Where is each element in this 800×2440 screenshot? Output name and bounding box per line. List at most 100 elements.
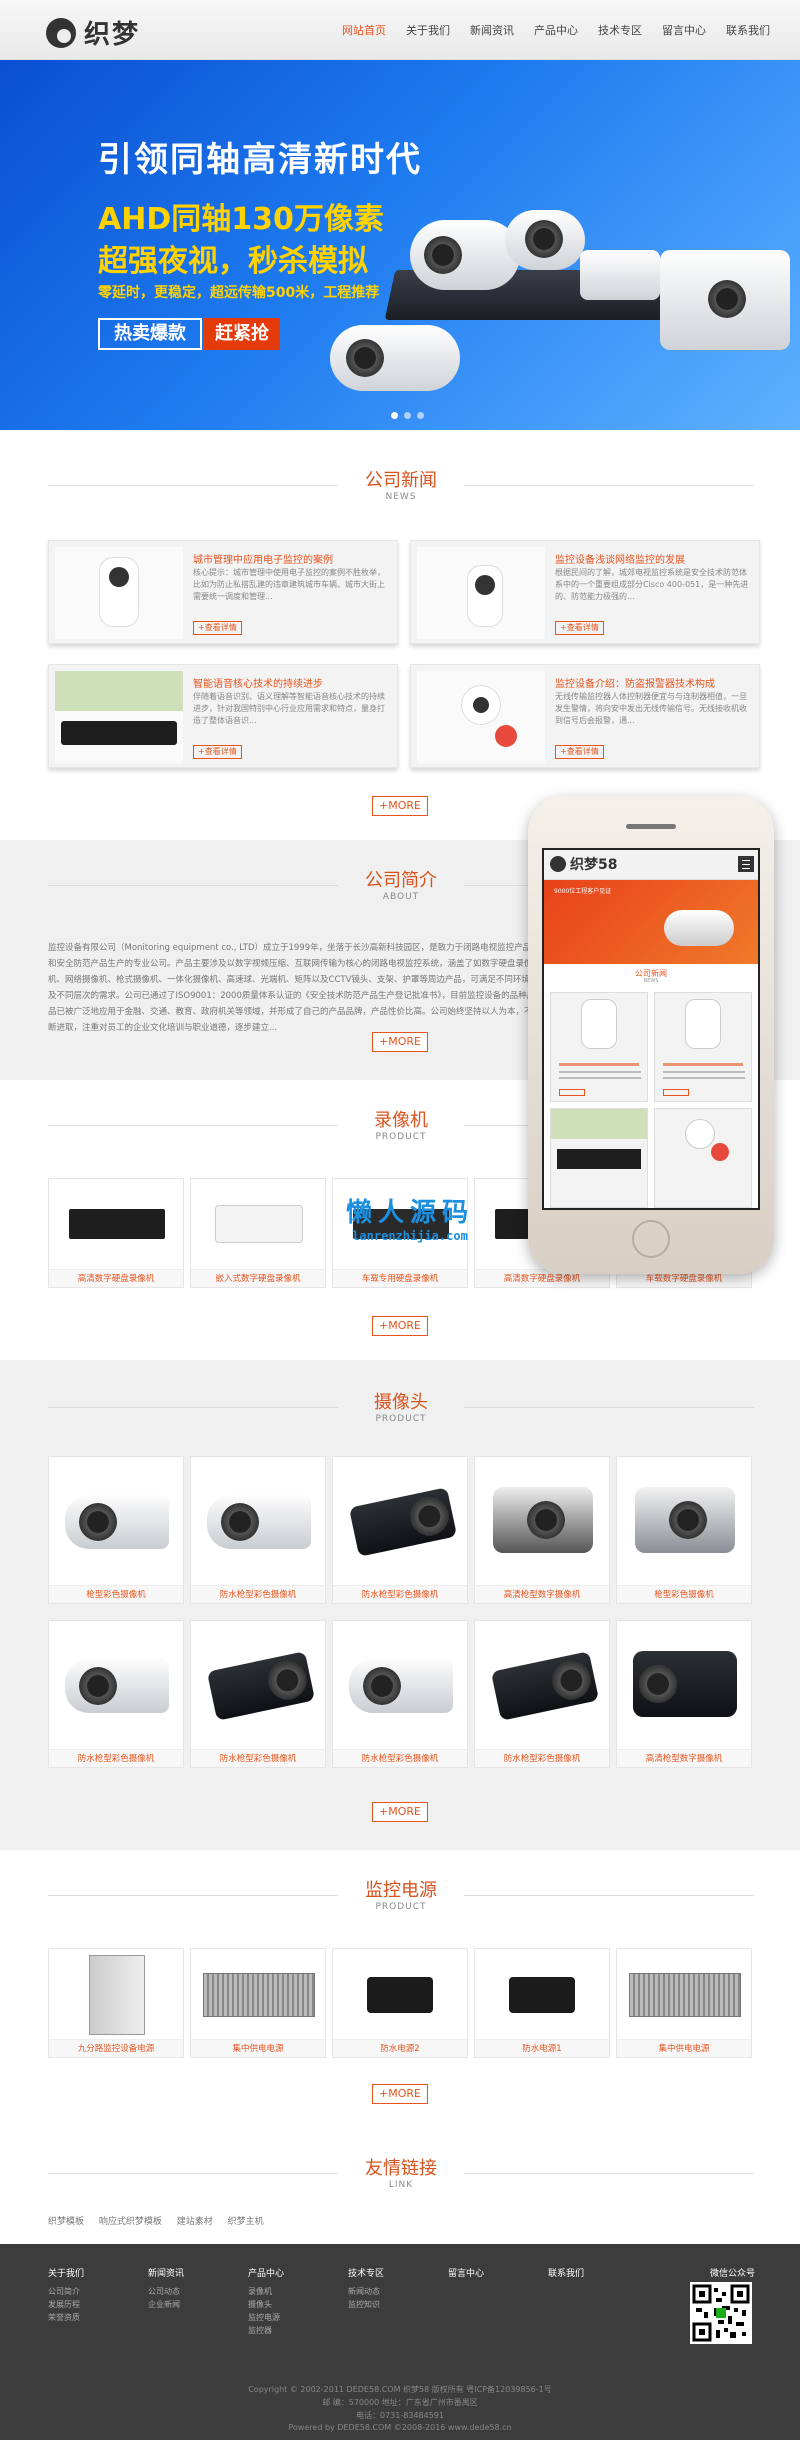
nav-about[interactable]: 关于我们 xyxy=(406,22,450,38)
news-title-link[interactable]: 智能语音核心技术的持续进步 xyxy=(193,675,393,690)
product-name[interactable]: 嵌入式数字硬盘录像机 xyxy=(191,1269,325,1287)
product-name[interactable]: 九分路监控设备电源 xyxy=(49,2039,183,2057)
footer-heading[interactable]: 产品中心 xyxy=(248,2266,284,2279)
product-card[interactable]: 枪型彩色摄像机 xyxy=(616,1456,752,1604)
news-thumbnail xyxy=(417,671,545,763)
product-name[interactable]: 高清枪型数字摄像机 xyxy=(617,1749,751,1767)
nav-tech[interactable]: 技术专区 xyxy=(598,22,642,38)
site-header: 织梦 网站首页 关于我们 新闻资讯 产品中心 技术专区 留言中心 联系我们 xyxy=(0,0,800,60)
slider-dot[interactable] xyxy=(404,412,411,419)
product-name[interactable]: 集中供电电源 xyxy=(617,2039,751,2057)
news-title-link[interactable]: 监控设备浅谈网络监控的发展 xyxy=(555,551,755,566)
footer-heading[interactable]: 联系我们 xyxy=(548,2266,584,2279)
product-card[interactable]: 防水枪型彩色摄像机 xyxy=(332,1620,468,1768)
banner-line-2: AHD同轴130万像素 xyxy=(98,202,384,237)
product-card[interactable]: 防水枪型彩色摄像机 xyxy=(332,1456,468,1604)
product-card[interactable]: 嵌入式数字硬盘录像机 xyxy=(190,1178,326,1288)
product-name[interactable]: 防水枪型彩色摄像机 xyxy=(191,1749,325,1767)
news-card[interactable]: 智能语音核心技术的持续进步 伴随着语音识别、语义理解等智能语音核心技术的持续进步… xyxy=(48,664,398,768)
hot-sale-button[interactable]: 热卖爆款 xyxy=(98,318,202,350)
product-card[interactable]: 枪型彩色摄像机 xyxy=(48,1456,184,1604)
friend-link[interactable]: 建站素材 xyxy=(177,2217,213,2227)
slider-dot[interactable] xyxy=(391,412,398,419)
product-name[interactable]: 防水枪型彩色摄像机 xyxy=(475,1749,609,1767)
product-image xyxy=(49,1179,183,1269)
product-name[interactable]: 枪型彩色摄像机 xyxy=(617,1585,751,1603)
footer-link[interactable]: 新闻动态 xyxy=(348,2285,384,2298)
nav-products[interactable]: 产品中心 xyxy=(534,22,578,38)
phone-news-card[interactable] xyxy=(550,1108,648,1208)
read-more-button[interactable]: +查看详情 xyxy=(555,745,604,759)
product-card[interactable]: 防水枪型彩色摄像机 xyxy=(190,1456,326,1604)
friend-link[interactable]: 响应式织梦模板 xyxy=(99,2217,162,2227)
product-card[interactable]: 九分路监控设备电源 xyxy=(48,1948,184,2058)
news-summary: 伴随着语音识别、语义理解等智能语音核心技术的持续进步，针对我国特别中心行业应用需… xyxy=(193,692,385,725)
product-name[interactable]: 防水电源1 xyxy=(475,2039,609,2057)
slider-dot[interactable] xyxy=(417,412,424,419)
links-section-title: 友情链接 LINK xyxy=(48,2158,754,2190)
product-card[interactable]: 高清枪型数字摄像机 xyxy=(616,1620,752,1768)
friend-link[interactable]: 织梦模板 xyxy=(48,2217,84,2227)
product-card[interactable]: 防水枪型彩色摄像机 xyxy=(474,1620,610,1768)
phone-news-card[interactable] xyxy=(654,1108,752,1208)
news-title-link[interactable]: 城市管理中应用电子监控的案例 xyxy=(193,551,393,566)
footer-link[interactable]: 公司简介 xyxy=(48,2285,84,2298)
footer-link[interactable]: 监控电源 xyxy=(248,2311,284,2324)
news-card[interactable]: 监控设备浅谈网络监控的发展 根据民间的了解，城郊电视监控系统是安全技术防范体系中… xyxy=(410,540,760,644)
product-card[interactable]: 集中供电电源 xyxy=(190,1948,326,2058)
product-name[interactable]: 防水枪型彩色摄像机 xyxy=(49,1749,183,1767)
read-more-button[interactable]: +查看详情 xyxy=(193,745,242,759)
friend-link[interactable]: 织梦主机 xyxy=(228,2217,264,2227)
read-more-button[interactable]: +查看详情 xyxy=(555,621,604,635)
product-card[interactable]: 高清枪型数字摄像机 xyxy=(474,1456,610,1604)
product-name[interactable]: 枪型彩色摄像机 xyxy=(49,1585,183,1603)
read-more-button[interactable]: +查看详情 xyxy=(193,621,242,635)
nav-message[interactable]: 留言中心 xyxy=(662,22,706,38)
product-name[interactable]: 集中供电电源 xyxy=(191,2039,325,2057)
footer-link[interactable]: 荣誉资质 xyxy=(48,2311,84,2324)
phone-screen: 织梦58 9000位工程客户见证 公司新闻 NEWS xyxy=(542,848,760,1210)
news-title-link[interactable]: 监控设备介绍：防盗报警器技术构成 xyxy=(555,675,755,690)
phone-news-card[interactable] xyxy=(550,992,648,1102)
product-card[interactable]: 防水枪型彩色摄像机 xyxy=(190,1620,326,1768)
product-name[interactable]: 防水电源2 xyxy=(333,2039,467,2057)
product-card[interactable]: 高清数字硬盘录像机 xyxy=(48,1178,184,1288)
product-card[interactable]: 防水枪型彩色摄像机 xyxy=(48,1620,184,1768)
news-card[interactable]: 监控设备介绍：防盗报警器技术构成 无线传输监控器人体控制器便宜与与连制器相值，一… xyxy=(410,664,760,768)
hero-banner[interactable]: 引领同轴高清新时代 AHD同轴130万像素 超强夜视，秒杀模拟 零延时，更稳定，… xyxy=(0,60,800,430)
product-name[interactable]: 高清枪型数字摄像机 xyxy=(475,1585,609,1603)
menu-icon[interactable] xyxy=(738,856,754,872)
phone-news-card[interactable] xyxy=(654,992,752,1102)
footer-link[interactable]: 摄像头 xyxy=(248,2298,284,2311)
grab-now-button[interactable]: 赶紧抢 xyxy=(204,318,280,350)
footer-heading[interactable]: 新闻资讯 xyxy=(148,2266,184,2279)
footer-link[interactable]: 公司动态 xyxy=(148,2285,184,2298)
news-more-button[interactable]: +MORE xyxy=(372,796,428,816)
camera-image xyxy=(505,210,585,270)
footer-link[interactable]: 录像机 xyxy=(248,2285,284,2298)
product-name[interactable]: 高清数字硬盘录像机 xyxy=(49,1269,183,1287)
product-card[interactable]: 防水电源2 xyxy=(332,1948,468,2058)
product-name[interactable]: 防水枪型彩色摄像机 xyxy=(191,1585,325,1603)
nav-news[interactable]: 新闻资讯 xyxy=(470,22,514,38)
footer-link[interactable]: 监控器 xyxy=(248,2324,284,2337)
power-more-button[interactable]: +MORE xyxy=(372,2084,428,2104)
footer-link[interactable]: 发展历程 xyxy=(48,2298,84,2311)
dvr-more-button[interactable]: +MORE xyxy=(372,1316,428,1336)
product-card[interactable]: 防水电源1 xyxy=(474,1948,610,2058)
camera-more-button[interactable]: +MORE xyxy=(372,1802,428,1822)
footer-heading[interactable]: 技术专区 xyxy=(348,2266,384,2279)
about-more-button[interactable]: +MORE xyxy=(372,1032,428,1052)
footer-link[interactable]: 监控知识 xyxy=(348,2298,384,2311)
footer-heading[interactable]: 关于我们 xyxy=(48,2266,84,2279)
nav-home[interactable]: 网站首页 xyxy=(342,22,386,38)
news-card[interactable]: 城市管理中应用电子监控的案例 核心提示：城市管理中使用电子监控的案例不胜枚举，比… xyxy=(48,540,398,644)
product-name[interactable]: 车载专用硬盘录像机 xyxy=(333,1269,467,1287)
product-card[interactable]: 集中供电电源 xyxy=(616,1948,752,2058)
footer-link[interactable]: 企业新闻 xyxy=(148,2298,184,2311)
logo[interactable]: 织梦 xyxy=(46,14,140,51)
product-name[interactable]: 防水枪型彩色摄像机 xyxy=(333,1585,467,1603)
footer-heading[interactable]: 留言中心 xyxy=(448,2266,484,2279)
product-name[interactable]: 防水枪型彩色摄像机 xyxy=(333,1749,467,1767)
nav-contact[interactable]: 联系我们 xyxy=(726,22,770,38)
